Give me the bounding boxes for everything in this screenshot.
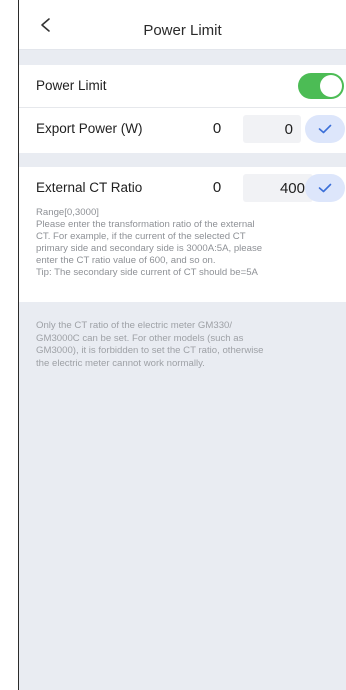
export-power-confirm-button[interactable]: [305, 115, 345, 143]
help-line: enter the CT ratio value of 600, and so …: [36, 255, 216, 266]
external-ct-input[interactable]: [243, 174, 313, 202]
power-limit-label: Power Limit: [36, 78, 107, 93]
footnote-line: the electric meter cannot work normally.: [36, 357, 205, 369]
power-limit-row: Power Limit: [19, 65, 346, 107]
help-line: Please enter the transformation ratio of…: [36, 219, 255, 230]
power-limit-toggle[interactable]: [298, 73, 344, 99]
back-button[interactable]: [33, 12, 59, 38]
export-power-row: Export Power (W) 0: [19, 108, 346, 150]
help-line: primary side and secondary side is 3000A…: [36, 243, 263, 254]
chevron-left-icon: [41, 18, 50, 32]
external-ct-label: External CT Ratio: [36, 180, 143, 195]
footnote-line: Only the CT ratio of the electric meter …: [36, 320, 233, 331]
app-screen: Power Limit Power Limit Export Power (W)…: [18, 0, 346, 690]
toggle-knob: [320, 75, 342, 97]
settings-card-ct: External CT Ratio 0 Range[0,3000] Please…: [19, 167, 346, 302]
external-ct-current-value: 0: [212, 179, 222, 196]
header-bar: Power Limit: [19, 0, 346, 50]
checkmark-icon: [318, 124, 332, 134]
external-ct-confirm-button[interactable]: [305, 174, 345, 202]
help-line: Tip: The secondary side current of CT sh…: [36, 267, 258, 278]
help-line: Range[0,3000]: [36, 207, 99, 218]
footnote-line: GM3000C can be set. For other models (su…: [36, 332, 244, 344]
screen: Power Limit Power Limit Export Power (W)…: [0, 0, 346, 690]
help-line: CT. For example, if the current of the s…: [36, 231, 246, 242]
export-power-current-value: 0: [212, 120, 222, 137]
export-power-label: Export Power (W): [36, 121, 143, 136]
export-power-input[interactable]: [243, 115, 301, 143]
ct-model-footnote: Only the CT ratio of the electric meter …: [36, 320, 336, 370]
external-ct-help-text: Range[0,3000] Please enter the transform…: [36, 207, 328, 279]
settings-card-power: Power Limit Export Power (W) 0: [19, 65, 346, 153]
checkmark-icon: [318, 183, 332, 193]
page-title: Power Limit: [143, 22, 222, 39]
footnote-line: GM3000), it is forbidden to set the CT r…: [36, 345, 264, 356]
